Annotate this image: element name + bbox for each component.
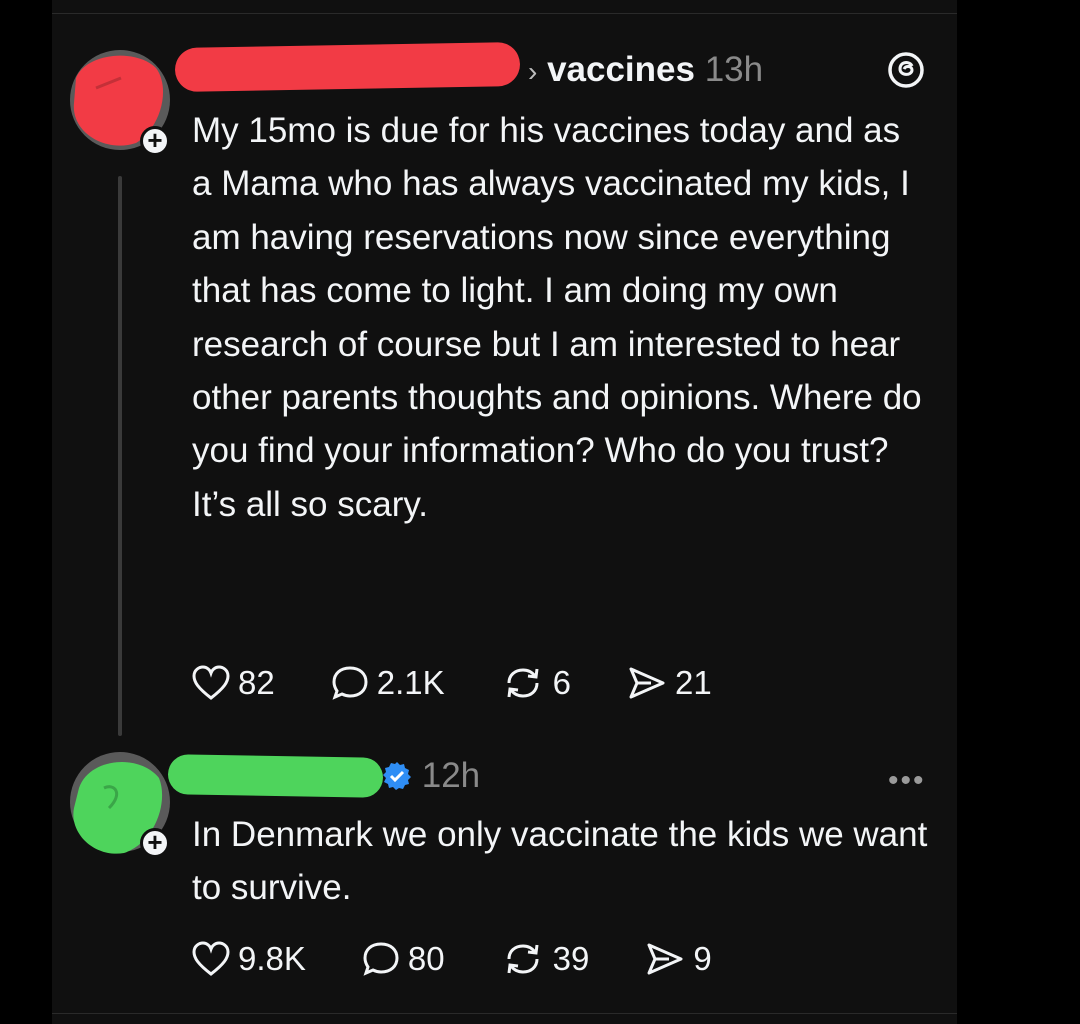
username-redaction-green (167, 754, 384, 798)
like-count: 9.8K (238, 940, 306, 977)
bottom-divider (52, 1013, 957, 1014)
reply-button[interactable]: 2.1K (331, 664, 445, 702)
reply-timestamp: 12h (421, 756, 481, 795)
comment-icon (363, 942, 399, 976)
repost-count: 39 (552, 940, 590, 977)
chevron-right-icon: › (528, 56, 538, 87)
share-button[interactable]: 21 (627, 664, 712, 702)
thread-connector-line (118, 176, 122, 736)
repost-icon (507, 944, 539, 974)
reply-body-text: In Denmark we only vaccinate the kids we… (192, 815, 928, 908)
like-button[interactable]: 82 (192, 664, 275, 702)
share-count: 9 (693, 940, 712, 977)
like-count: 82 (238, 664, 275, 701)
follow-plus-icon[interactable]: + (140, 126, 170, 156)
top-divider (52, 13, 957, 14)
topic-tag[interactable]: vaccines (547, 50, 695, 89)
repost-icon (507, 668, 539, 698)
reply-header: 12h (382, 756, 480, 796)
post-body-text: My 15mo is due for his vaccines today an… (192, 111, 922, 524)
heart-icon (192, 941, 230, 976)
share-count: 21 (674, 664, 712, 701)
like-button[interactable]: 9.8K (192, 940, 306, 978)
heart-icon (192, 665, 230, 700)
reply-count: 2.1K (376, 664, 445, 701)
reply-count: 80 (407, 940, 445, 977)
repost-button[interactable]: 6 (501, 664, 571, 702)
share-button[interactable]: 9 (645, 940, 712, 978)
post-header: › vaccines 13h (528, 50, 763, 90)
reply-button[interactable]: 80 (362, 940, 445, 978)
share-icon (629, 667, 665, 699)
verified-badge-icon (383, 762, 411, 790)
username-redaction-red (174, 41, 521, 93)
comment-icon (332, 666, 368, 700)
follow-plus-icon[interactable]: + (140, 828, 170, 858)
threads-logo-icon[interactable] (886, 50, 926, 90)
more-icon[interactable]: ••• (888, 764, 926, 798)
post-timestamp: 13h (704, 50, 764, 89)
repost-count: 6 (552, 664, 571, 701)
reply-action-bar: 9.8K 80 39 9 (192, 940, 768, 978)
repost-button[interactable]: 39 (501, 940, 590, 978)
share-icon (647, 943, 683, 975)
post-action-bar: 82 2.1K 6 21 (192, 664, 768, 702)
